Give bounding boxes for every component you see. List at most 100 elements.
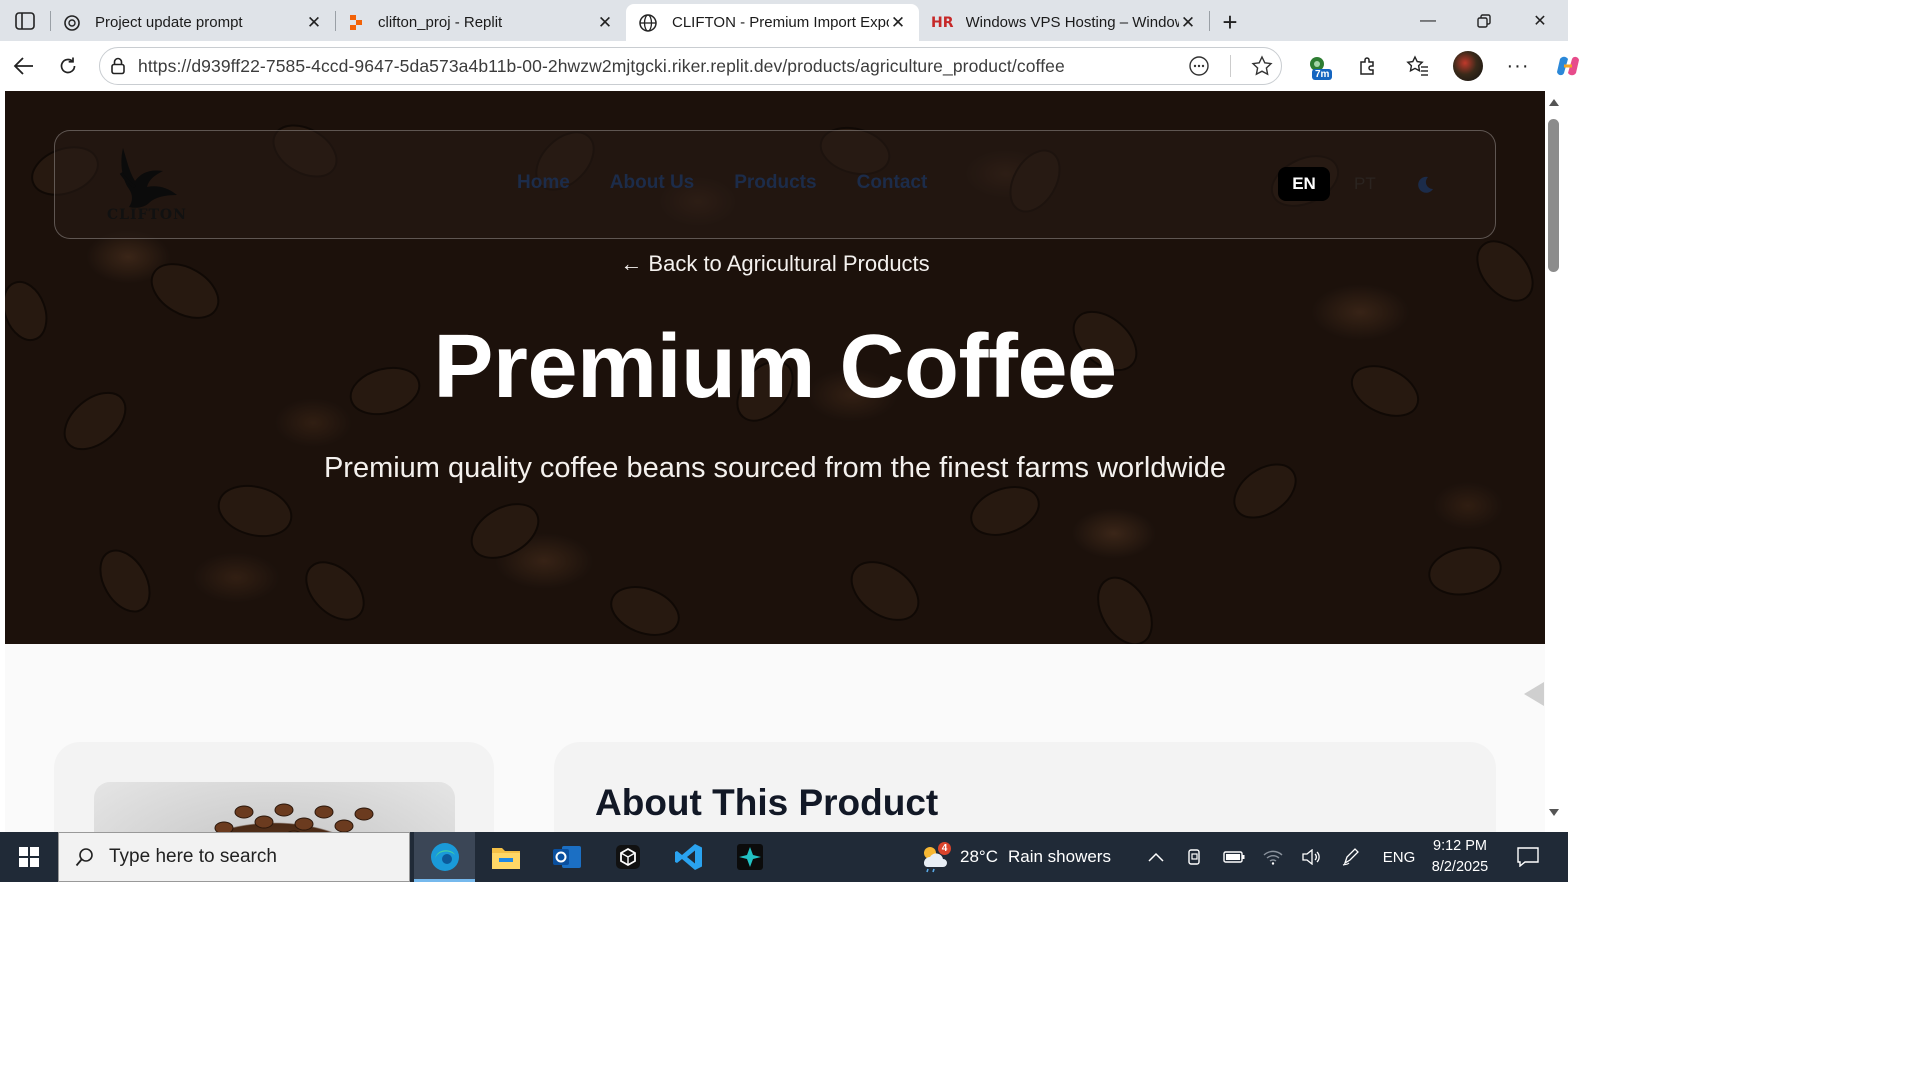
- close-tab-icon[interactable]: ✕: [305, 13, 323, 32]
- copilot-button[interactable]: [1546, 46, 1590, 86]
- input-language-label: ENG: [1382, 848, 1416, 866]
- lang-en-button[interactable]: EN: [1278, 167, 1330, 201]
- tab-actions-icon: [15, 11, 35, 30]
- start-button[interactable]: [0, 832, 58, 882]
- copilot-icon: [1557, 56, 1579, 76]
- weather-alert-badge: 4: [938, 842, 951, 855]
- chatgpt-icon: [64, 14, 80, 31]
- notification-chat-icon: [1516, 847, 1539, 867]
- taskbar-app-edge[interactable]: [414, 832, 475, 882]
- hero-section: CLIFTON Home About Us Products Contact E…: [5, 91, 1545, 644]
- browser-toolbar: https://d939ff22-7585-4ccd-9647-5da573a4…: [0, 41, 1579, 91]
- taskbar-search[interactable]: Type here to search: [58, 832, 410, 882]
- replit-icon: [350, 14, 362, 30]
- taskbar-clock[interactable]: 9:12 PM 8/2/2025: [1418, 836, 1502, 878]
- pen-menu-button[interactable]: [1331, 832, 1370, 882]
- page-scrollbar[interactable]: [1545, 91, 1563, 832]
- scrollbar-thumb[interactable]: [1548, 119, 1559, 272]
- tab-title: Project update prompt: [95, 14, 243, 31]
- favorites-button[interactable]: [1396, 46, 1440, 86]
- product-image: [94, 782, 455, 832]
- weather-widget[interactable]: 4 28°C Rain showers: [918, 832, 1111, 882]
- url-text[interactable]: https://d939ff22-7585-4ccd-9647-5da573a4…: [138, 56, 1065, 77]
- tab-title: CLIFTON - Premium Import Expor: [672, 14, 889, 31]
- minimize-button[interactable]: —: [1400, 0, 1456, 41]
- pen-icon: [1342, 848, 1359, 866]
- folder-icon: [491, 848, 520, 869]
- taskbar-app-vscode[interactable]: [658, 832, 719, 882]
- moon-theme-toggle-icon[interactable]: [1415, 175, 1435, 195]
- scroll-down-arrow-icon[interactable]: [1549, 809, 1559, 816]
- new-tab-button[interactable]: +: [1210, 4, 1250, 41]
- windows-logo-icon: [19, 847, 39, 867]
- scroll-up-arrow-icon[interactable]: [1549, 99, 1559, 106]
- taskbar-app-file-explorer[interactable]: [475, 832, 536, 882]
- windows-taskbar: Type here to search 4 28°C Rain showers: [0, 832, 1568, 882]
- browser-tab-strip: Project update prompt ✕ clifton_proj - R…: [0, 0, 1568, 41]
- battery-button[interactable]: [1214, 832, 1253, 882]
- clock-date: 8/2/2025: [1431, 859, 1489, 875]
- profile-button[interactable]: [1446, 46, 1490, 86]
- close-tab-icon[interactable]: ✕: [596, 13, 614, 32]
- more-dots-icon: ···: [1506, 54, 1530, 77]
- extension-timer-button[interactable]: 7m: [1296, 46, 1340, 86]
- taskbar-app-terminal[interactable]: [597, 832, 658, 882]
- network-button[interactable]: [1253, 832, 1292, 882]
- favorites-list-icon: [1406, 55, 1428, 76]
- notification-center-button[interactable]: [1505, 832, 1550, 882]
- page-subtitle: Premium quality coffee beans sourced fro…: [323, 452, 1227, 484]
- side-panel-toggle-icon[interactable]: [1524, 682, 1544, 706]
- refresh-button[interactable]: [46, 46, 90, 86]
- edge-icon: [430, 843, 459, 871]
- page-title: Premium Coffee: [433, 317, 1117, 417]
- chevron-up-icon: [1147, 852, 1164, 862]
- lock-icon[interactable]: [110, 57, 126, 75]
- refresh-icon: [60, 57, 76, 74]
- address-bar-actions: [1188, 48, 1273, 84]
- tab-title: Windows VPS Hosting – Windows: [965, 14, 1180, 31]
- page-viewport: CLIFTON Home About Us Products Contact E…: [5, 91, 1545, 832]
- logo-text: CLIFTON: [107, 207, 187, 223]
- close-window-button[interactable]: ✕: [1512, 0, 1568, 41]
- taskbar-app-snipping[interactable]: [719, 832, 780, 882]
- timer-badge: 7m: [1312, 69, 1333, 80]
- more-options-circle-icon[interactable]: [1188, 55, 1210, 77]
- address-bar[interactable]: https://d939ff22-7585-4ccd-9647-5da573a4…: [99, 47, 1282, 85]
- star-favorite-icon[interactable]: [1251, 55, 1273, 77]
- puzzle-icon: [1360, 57, 1374, 75]
- weather-temperature: 28°C: [960, 847, 998, 866]
- window-controls: — ✕: [1400, 0, 1568, 41]
- tab-actions-button[interactable]: [0, 0, 50, 41]
- lang-pt-button[interactable]: PT: [1354, 174, 1376, 194]
- taskbar-app-outlook[interactable]: [536, 832, 597, 882]
- meet-now-button[interactable]: [1175, 832, 1214, 882]
- back-to-category-link[interactable]: ← Back to Agricultural Products: [5, 251, 1545, 277]
- outlook-icon: [552, 846, 581, 868]
- back-button[interactable]: [2, 46, 46, 86]
- teal-app-icon: [736, 844, 763, 870]
- restore-button[interactable]: [1456, 0, 1512, 41]
- nav-link-products[interactable]: Products: [734, 172, 816, 194]
- divider: [1230, 55, 1231, 77]
- nav-link-contact[interactable]: Contact: [857, 172, 928, 194]
- extensions-button[interactable]: [1346, 46, 1390, 86]
- settings-more-button[interactable]: ···: [1496, 46, 1540, 86]
- camera-icon: [1187, 849, 1200, 865]
- close-tab-icon[interactable]: ✕: [889, 13, 907, 32]
- site-header: CLIFTON Home About Us Products Contact E…: [54, 130, 1496, 239]
- close-tab-icon[interactable]: ✕: [1179, 13, 1197, 32]
- tab-project-update[interactable]: Project update prompt ✕: [51, 4, 335, 41]
- tab-windows-vps[interactable]: HR Windows VPS Hosting – Windows ✕: [919, 4, 1209, 41]
- volume-button[interactable]: [1292, 832, 1331, 882]
- tab-clifton[interactable]: CLIFTON - Premium Import Expor ✕: [626, 4, 919, 41]
- toolbar-extensions: 7m ···: [1296, 41, 1590, 91]
- nav-link-home[interactable]: Home: [517, 172, 570, 194]
- speaker-icon: [1301, 849, 1320, 865]
- wifi-icon: [1263, 850, 1282, 865]
- nav-link-about[interactable]: About Us: [610, 172, 694, 194]
- search-placeholder: Type here to search: [109, 846, 277, 867]
- tab-replit[interactable]: clifton_proj - Replit ✕: [336, 4, 626, 41]
- about-product-heading: About This Product: [595, 782, 939, 823]
- main-nav: Home About Us Products Contact: [517, 172, 927, 194]
- show-hidden-icons-button[interactable]: [1136, 832, 1175, 882]
